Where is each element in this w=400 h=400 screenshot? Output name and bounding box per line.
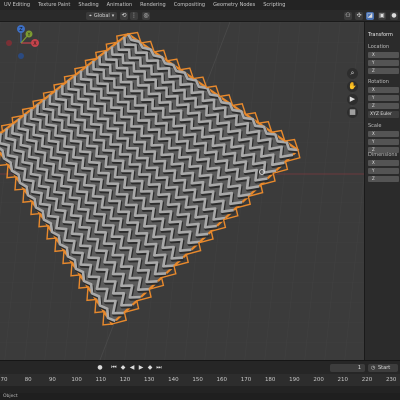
- transform-orientation-dropdown[interactable]: ⌖ Global ▾: [86, 12, 118, 20]
- gizmo-y-label: Y: [27, 32, 31, 38]
- ruler-tick-label: 160: [216, 377, 228, 383]
- rotation-label: Rotation: [368, 79, 389, 85]
- xray-icon[interactable]: ▣: [378, 12, 386, 20]
- ruler-tick-label: 100: [71, 377, 82, 383]
- record-icon[interactable]: ●: [96, 364, 104, 372]
- clock-icon: ◷: [371, 365, 376, 371]
- zoom-icon[interactable]: ⌕: [347, 68, 358, 79]
- orientation-label: Global: [93, 13, 110, 19]
- tab-texture-paint[interactable]: Texture Paint: [34, 2, 74, 8]
- tab-rendering[interactable]: Rendering: [136, 2, 170, 8]
- timeline-track[interactable]: [0, 386, 400, 393]
- tab-shading[interactable]: Shading: [74, 2, 102, 8]
- gizmo-toggle-icon[interactable]: ✣: [355, 12, 363, 20]
- perspective-grid-icon[interactable]: ▦: [347, 107, 358, 118]
- tab-scripting[interactable]: Scripting: [259, 2, 289, 8]
- rotation-y-field[interactable]: Y: [368, 95, 399, 101]
- play-reverse-icon[interactable]: ◀: [128, 364, 136, 372]
- viewport-header: ⌖ Global ▾ ⟲ ⋮ ◎ ⚇ ✣ ◪ ▣ ●: [0, 10, 400, 22]
- prev-keyframe-icon[interactable]: ◆: [119, 364, 127, 372]
- timeline-controls: ● ⏮ ◆ ◀ ▶ ◆ ⏭ 1 ◷ Start: [0, 360, 400, 374]
- jump-start-icon[interactable]: ⏮: [110, 364, 118, 372]
- tab-geometry-nodes[interactable]: Geometry Nodes: [209, 2, 259, 8]
- ruler-tick-label: 190: [289, 377, 300, 383]
- gizmo-x-label: X: [33, 41, 37, 47]
- gizmo-z-label: Z: [19, 27, 23, 33]
- ruler-tick-label: 210: [337, 377, 349, 383]
- ruler-tick-label: 170: [240, 377, 252, 383]
- gizmo-neg-x-handle[interactable]: [6, 40, 12, 46]
- shading-solid-icon[interactable]: ●: [390, 12, 398, 20]
- jump-end-icon[interactable]: ⏭: [155, 364, 163, 372]
- location-y-field[interactable]: Y: [368, 60, 399, 66]
- overlays-icon[interactable]: ◪: [366, 12, 374, 20]
- orientation-icon: ⌖: [89, 13, 92, 19]
- ruler-tick-label: 90: [48, 377, 56, 383]
- visibility-icon[interactable]: ⚇: [344, 12, 352, 20]
- pivot-icon[interactable]: ⟲: [120, 12, 128, 20]
- ruler-tick-label: 140: [168, 377, 179, 383]
- play-icon[interactable]: ▶: [137, 364, 145, 372]
- tab-compositing[interactable]: Compositing: [170, 2, 209, 8]
- ruler-tick-label: 130: [143, 377, 155, 383]
- dimensions-label: Dimensions: [368, 152, 398, 158]
- chevron-down-icon: ▾: [111, 13, 115, 19]
- viewport-canvas: [0, 22, 364, 360]
- location-label: Location: [368, 44, 390, 50]
- status-bar: Object: [0, 393, 400, 400]
- workspace-tabs: UV Editing Texture Paint Shading Animati…: [0, 0, 400, 10]
- ruler-tick-label: 150: [192, 377, 203, 383]
- scale-y-field[interactable]: Y: [368, 139, 399, 145]
- proportional-edit-icon[interactable]: ◎: [142, 12, 150, 20]
- dimensions-z-field[interactable]: Z: [368, 176, 399, 182]
- rotation-x-field[interactable]: X: [368, 87, 399, 93]
- next-keyframe-icon[interactable]: ◆: [146, 364, 154, 372]
- rotation-z-field[interactable]: Z: [368, 103, 399, 109]
- start-label: Start: [378, 365, 391, 371]
- location-z-field[interactable]: Z: [368, 68, 399, 74]
- ruler-tick-label: 70: [0, 377, 8, 383]
- ruler-tick-label: 220: [361, 377, 373, 383]
- scale-x-field[interactable]: X: [368, 131, 399, 137]
- camera-icon[interactable]: ▶: [347, 94, 358, 105]
- snap-icon[interactable]: ⋮: [130, 12, 138, 20]
- navigation-gizmo[interactable]: X Z Y: [0, 22, 42, 64]
- pan-hand-icon[interactable]: ✋: [347, 81, 358, 92]
- tab-uv-editing[interactable]: UV Editing: [0, 2, 34, 8]
- ruler-tick-label: 80: [24, 377, 32, 383]
- 3d-viewport[interactable]: X Z Y ⌕ ✋ ▶ ▦: [0, 22, 364, 360]
- transform-panel-title[interactable]: Transform: [368, 32, 393, 38]
- start-frame-field[interactable]: ◷ Start: [368, 364, 398, 372]
- gizmo-neg-z-handle[interactable]: [18, 53, 24, 59]
- tab-animation[interactable]: Animation: [103, 2, 137, 8]
- ruler-tick-label: 230: [385, 377, 397, 383]
- sidebar-panel: Transform Location X Y Z Rotation X Y Z …: [364, 22, 400, 360]
- ruler-tick-label: 180: [264, 377, 276, 383]
- current-frame-field[interactable]: 1: [330, 364, 365, 372]
- ruler-tick-label: 110: [95, 377, 107, 383]
- timeline-ruler[interactable]: 70 80 90 100 110 120 130 140 150 160 170 180 190 200 2…: [0, 374, 400, 386]
- scale-label: Scale: [368, 123, 382, 129]
- ruler-tick-label: 200: [313, 377, 324, 383]
- dimensions-y-field[interactable]: Y: [368, 168, 399, 174]
- rotation-mode-dropdown[interactable]: XYZ Euler: [368, 111, 399, 118]
- location-x-field[interactable]: X: [368, 52, 399, 58]
- dimensions-x-field[interactable]: X: [368, 160, 399, 166]
- ruler-tick-label: 120: [119, 377, 131, 383]
